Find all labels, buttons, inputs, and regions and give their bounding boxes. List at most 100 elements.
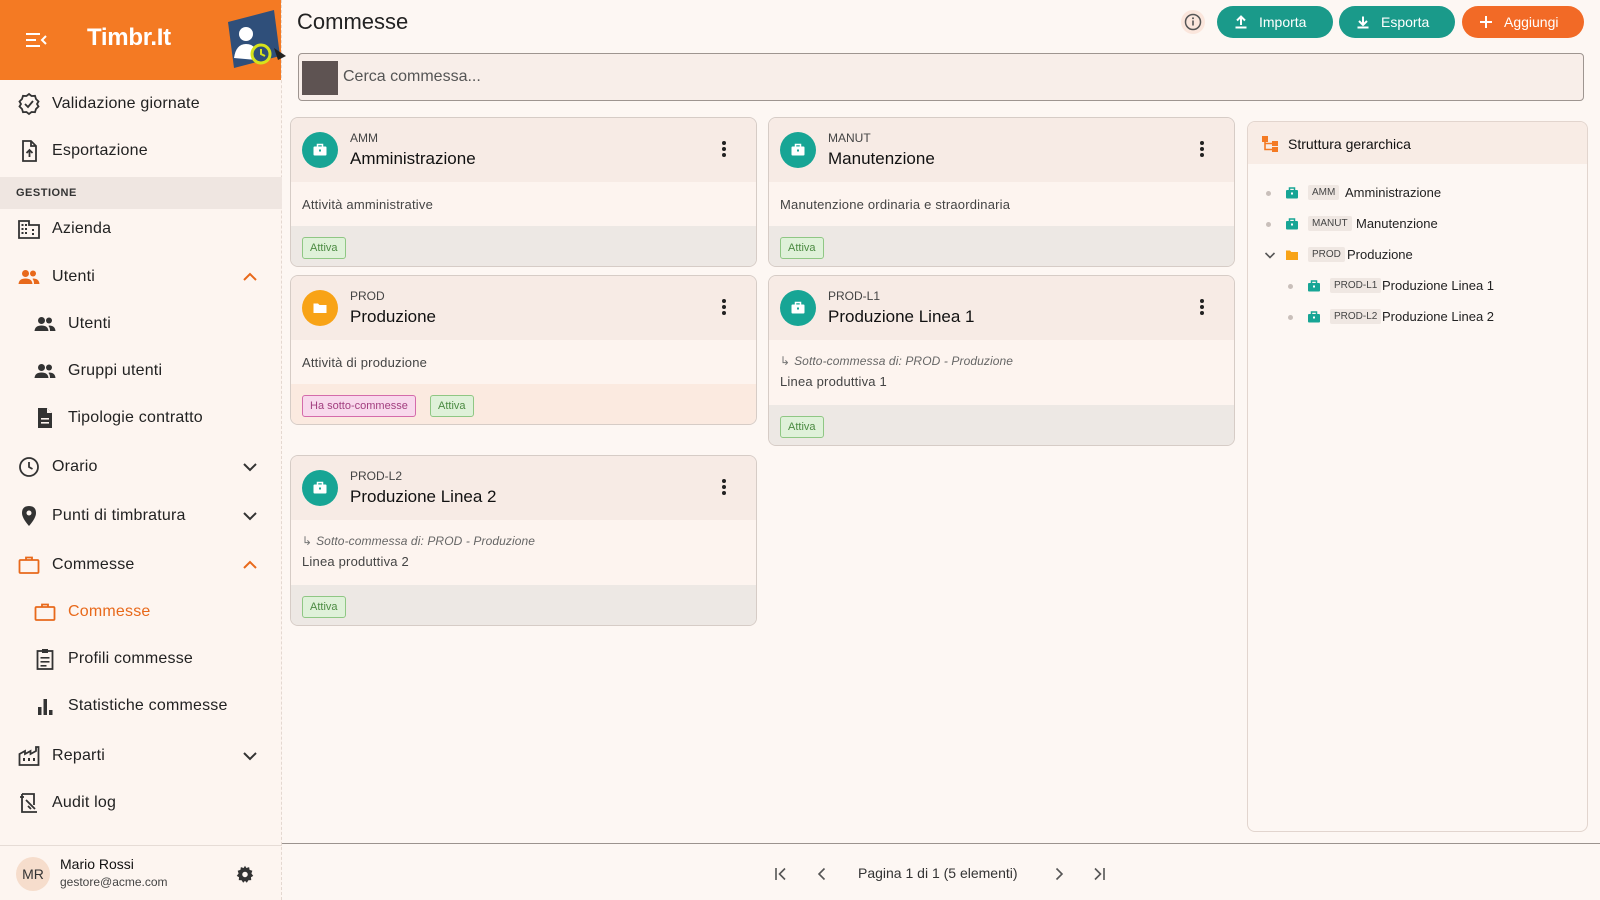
sidebar-item-esportazione[interactable]: Esportazione [0,129,282,173]
sidebar-item-orario[interactable]: Orario [0,445,282,489]
hierarchy-panel: Struttura gerarchica AMM Amministrazione… [1247,121,1588,832]
more-vert-icon[interactable] [1192,297,1212,317]
hierarchy-title: Struttura gerarchica [1288,136,1411,152]
commessa-card-prod-l2[interactable]: PROD-L2 Produzione Linea 2 ↳ Sotto-comme… [290,455,757,626]
commessa-card-prod-l1[interactable]: PROD-L1 Produzione Linea 1 ↳ Sotto-comme… [768,275,1235,446]
user-name: Mario Rossi [60,856,134,872]
user-email: gestore@acme.com [60,875,168,889]
status-badge: Attiva [430,395,474,417]
sidebar-item-statistiche-commesse[interactable]: Statistiche commesse [0,684,282,728]
card-header: PROD-L2 Produzione Linea 2 [291,456,756,520]
card-code: MANUT [828,131,871,145]
card-footer: Attiva [769,226,1234,266]
pagination: Pagina 1 di 1 (5 elementi) [282,843,1600,900]
card-description: Manutenzione ordinaria e straordinaria [780,197,1011,212]
pagination-text: Pagina 1 di 1 (5 elementi) [858,865,1018,881]
export-button[interactable]: Esporta [1339,6,1455,38]
card-body: ↳ Sotto-commessa di: PROD - Produzione L… [769,340,1234,405]
tree-node-manut[interactable]: MANUT Manutenzione [1248,212,1587,236]
sidebar-item-commesse-group[interactable]: Commesse [0,543,282,587]
card-header: PROD-L1 Produzione Linea 1 [769,276,1234,340]
commessa-card-amm[interactable]: AMM Amministrazione Attività amministrat… [290,117,757,267]
user-profile: MR Mario Rossi gestore@acme.com [0,845,282,900]
clock-icon [17,455,41,479]
building-icon [17,217,41,241]
tree-bullet [1266,222,1271,227]
card-parent: Sotto-commessa di: PROD - Produzione [316,534,536,548]
card-code: PROD [350,289,385,303]
tree-node-label: Produzione Linea 2 [1382,309,1495,324]
sidebar-item-label: Utenti [68,315,111,332]
info-icon[interactable] [1181,10,1205,34]
add-button[interactable]: Aggiungi [1462,6,1584,38]
last-page-icon[interactable] [1090,865,1108,883]
search-icon [302,61,338,95]
sidebar-item-label: Azienda [52,220,112,237]
import-button[interactable]: Importa [1217,6,1333,38]
sidebar-item-utenti-group[interactable]: Utenti [0,255,282,299]
more-vert-icon[interactable] [714,297,734,317]
card-title: Amministrazione [350,149,476,168]
top-bar: Commesse Importa Esporta Aggiungi [282,0,1600,46]
sidebar-item-audit-log[interactable]: Audit log [0,781,282,825]
sidebar-item-validazione-giornate[interactable]: Validazione giornate [0,82,282,126]
bar-chart-icon [33,694,57,718]
tree-node-code: AMM [1308,185,1340,200]
status-badge: Attiva [780,416,824,438]
app-logo[interactable]: Timbr.It [87,24,171,52]
tree-node-prod[interactable]: PROD Produzione [1248,243,1587,267]
gear-icon[interactable] [234,863,256,885]
chevron-down-icon [240,506,260,526]
hierarchy-icon [1261,135,1279,153]
sidebar-item-label: Audit log [52,794,117,811]
commessa-card-prod[interactable]: PROD Produzione Attività di produzione H… [290,275,757,425]
people-icon [17,265,41,289]
more-vert-icon[interactable] [714,139,734,159]
next-page-icon[interactable] [1050,865,1068,883]
commessa-card-manut[interactable]: MANUT Manutenzione Manutenzione ordinari… [768,117,1235,267]
card-header: PROD Produzione [291,276,756,340]
avatar[interactable]: MR [16,857,50,891]
user-clock-badge-icon [224,8,286,72]
sidebar-item-commesse[interactable]: Commesse [0,590,282,634]
sidebar-item-label: Reparti [52,747,105,764]
sidebar-item-reparti[interactable]: Reparti [0,734,282,778]
export-label: Esporta [1381,14,1430,30]
upload-icon [1235,15,1247,29]
more-vert-icon[interactable] [714,477,734,497]
briefcase-icon [17,553,41,577]
card-description: Attività di produzione [302,355,428,370]
search-input[interactable] [343,60,1543,94]
briefcase-icon [33,600,57,624]
sidebar-item-punti-timbratura[interactable]: Punti di timbratura [0,494,282,538]
more-vert-icon[interactable] [1192,139,1212,159]
sidebar-item-utenti[interactable]: Utenti [0,302,282,346]
sidebar-item-label: Statistiche commesse [68,697,228,714]
briefcase-icon [302,132,338,168]
subdirectory-arrow-icon: ↳ [780,354,791,368]
chevron-down-icon[interactable] [1262,247,1278,263]
factory-icon [17,744,41,768]
sidebar-item-tipologie-contratto[interactable]: Tipologie contratto [0,396,282,440]
previous-page-icon[interactable] [813,865,831,883]
sidebar-item-label: Esportazione [52,142,148,159]
sidebar-item-gruppi-utenti[interactable]: Gruppi utenti [0,349,282,393]
tree-node-prod-l2[interactable]: PROD-L2 Produzione Linea 2 [1248,305,1587,329]
people-icon [33,312,57,336]
card-body: Manutenzione ordinaria e straordinaria [769,182,1234,226]
tree-node-amm[interactable]: AMM Amministrazione [1248,181,1587,205]
import-label: Importa [1259,14,1307,30]
sidebar-item-label: Punti di timbratura [52,507,186,524]
sidebar-item-profili-commesse[interactable]: Profili commesse [0,637,282,681]
tree-node-prod-l1[interactable]: PROD-L1 Produzione Linea 1 [1248,274,1587,298]
sidebar-item-azienda[interactable]: Azienda [0,207,282,251]
tree-node-label: Produzione Linea 1 [1382,278,1495,293]
tree-node-label: Produzione [1347,247,1413,262]
hierarchy-panel-header: Struttura gerarchica [1248,122,1587,164]
sidebar: Timbr.It Validazione giornate Esportazio… [0,0,286,900]
briefcase-icon [1307,310,1321,324]
status-badge: Attiva [302,237,346,259]
first-page-icon[interactable] [772,865,790,883]
location-pin-icon [17,504,41,528]
menu-collapse-icon[interactable] [24,30,48,50]
